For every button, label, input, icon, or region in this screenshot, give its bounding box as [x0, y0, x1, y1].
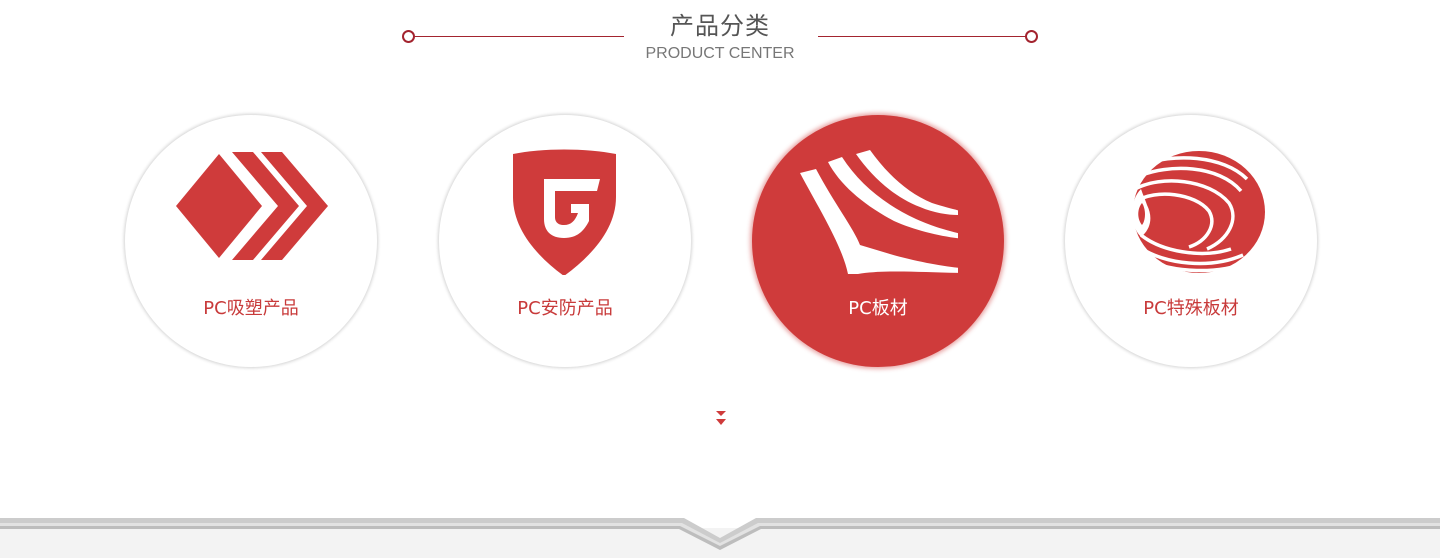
concentric-wave-icon [1132, 151, 1265, 273]
double-chevron-diamond-icon [176, 152, 328, 260]
section-title: 产品分类 [670, 12, 770, 40]
curved-sheets-icon [800, 150, 958, 274]
product-center-section: 产品分类 PRODUCT CENTER PC吸塑产品 PC安防产品 PC板材 P… [0, 0, 1440, 558]
section-subtitle: PRODUCT CENTER [645, 45, 795, 62]
heading-right-dot [1025, 30, 1038, 43]
shield-g-icon [513, 149, 616, 275]
heading-right-line [818, 36, 1027, 37]
bottom-divider-band [0, 518, 1440, 558]
product-label: PC特殊板材 [1143, 298, 1239, 319]
product-label: PC安防产品 [517, 298, 613, 319]
product-label: PC板材 [848, 298, 908, 319]
product-card-vacuum-formed[interactable]: PC吸塑产品 [125, 115, 377, 367]
double-chevron-down-icon[interactable] [714, 410, 728, 428]
product-card-security[interactable]: PC安防产品 [439, 115, 691, 367]
product-label: PC吸塑产品 [203, 298, 299, 319]
product-card-pc-sheet[interactable]: PC板材 [752, 115, 1004, 367]
product-card-special-sheet[interactable]: PC特殊板材 [1065, 115, 1317, 367]
